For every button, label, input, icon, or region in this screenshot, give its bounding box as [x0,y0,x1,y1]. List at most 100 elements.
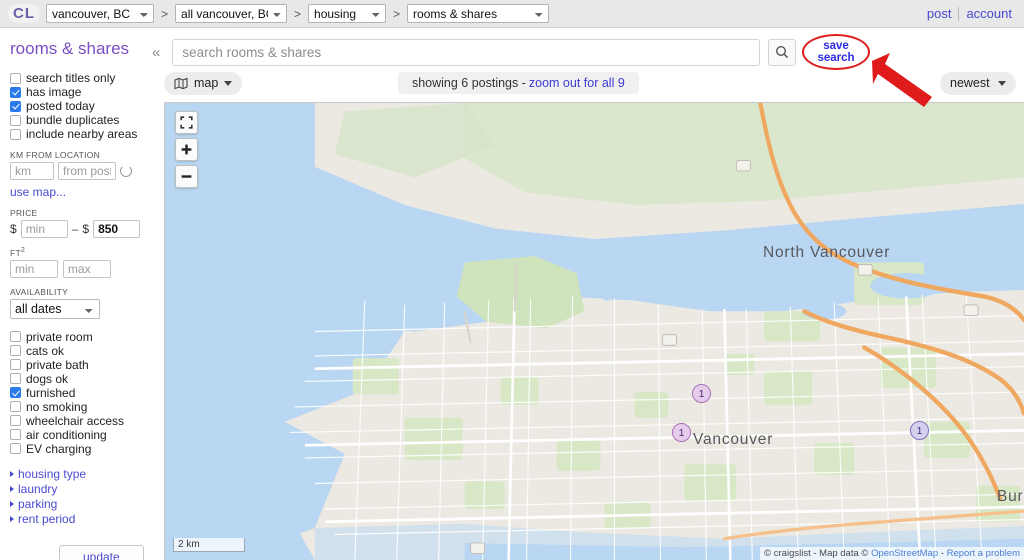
filter-include-nearby-areas[interactable]: include nearby areas [8,127,144,141]
checkbox[interactable] [10,415,21,427]
attributes-group: private room cats ok private bath dogs o… [8,330,144,456]
chevron-down-icon [224,80,233,86]
distance-inputs [8,162,144,180]
fullscreen-button[interactable] [175,111,198,134]
filter-no-smoking[interactable]: no smoking [8,400,144,414]
craigslist-logo[interactable]: CL [8,4,40,23]
checkbox[interactable] [10,387,21,399]
filter-posted-today[interactable]: posted today [8,99,144,113]
category-select[interactable]: housing [308,4,387,23]
filter-label: private room [26,329,93,344]
checkbox[interactable] [10,100,21,112]
availability-select[interactable]: all dates [10,298,100,319]
filter-label: air conditioning [26,427,107,442]
openstreetmap-link[interactable]: OpenStreetMap [871,548,938,559]
expander-label: housing type [18,467,87,482]
checkbox[interactable] [10,72,21,84]
use-map-link[interactable]: use map... [10,185,66,199]
map-marker[interactable]: 1 [910,421,929,440]
sort-dropdown[interactable]: newest [940,71,1016,95]
checkbox[interactable] [10,86,21,98]
filter-private-bath[interactable]: private bath [8,358,144,372]
subcategory-select[interactable]: rooms & shares [407,4,550,23]
expander-laundry[interactable]: laundry [8,482,144,497]
breadcrumb-separator: > [393,6,401,21]
currency-symbol: $ [82,222,90,236]
fullscreen-icon [180,116,193,129]
page-title: rooms & shares [10,39,130,58]
filter-private-room[interactable]: private room [8,330,144,344]
sqft-superscript: 2 [20,247,26,254]
km-input[interactable] [10,162,54,180]
expander-label: laundry [18,482,58,497]
expander-label: rent period [18,512,76,527]
postal-code-input[interactable] [58,162,116,180]
sqft-min-input[interactable] [10,259,58,278]
results-count: showing 6 postings - zoom out for all 9 [397,72,639,94]
map-canvas[interactable]: North Vancouver Vancouver Burnaby New We… [164,102,1024,560]
filter-cats-ok[interactable]: cats ok [8,344,144,358]
filter-bundle-duplicates[interactable]: bundle duplicates [8,113,144,127]
search-icon [775,45,789,59]
checkbox[interactable] [10,401,21,413]
expander-parking[interactable]: parking [8,497,144,512]
filter-label: posted today [26,99,95,113]
zoom-out-button[interactable] [175,165,198,188]
filter-wheelchair-access[interactable]: wheelchair access [8,414,144,428]
filter-label: has image [26,85,82,99]
map-marker[interactable]: 1 [672,423,691,442]
checkbox[interactable] [10,359,21,371]
chevron-down-icon [998,80,1006,86]
price-min-input[interactable] [20,220,68,238]
map-icon [174,77,188,89]
save-search-link[interactable]: save search [817,40,854,65]
filter-label: EV charging [26,441,92,456]
filter-label: cats ok [26,343,65,358]
zoom-in-button[interactable] [175,138,198,161]
checkbox[interactable] [10,373,21,385]
account-link[interactable]: account [966,6,1012,21]
price-section-label: PRICE [10,208,38,218]
filter-label: wheelchair access [26,413,125,428]
map-scale-bar: 2 km [173,538,245,552]
expandable-filters: housing type laundry parking rent period [8,467,144,527]
range-dash: – [71,222,79,236]
sqft-max-input[interactable] [63,259,111,278]
update-search-button[interactable]: update search [58,544,144,560]
top-navigation-bar: CL vancouver, BC > all vancouver, BC > h… [0,0,1024,28]
checkbox[interactable] [10,443,21,455]
currency-symbol: $ [10,222,17,236]
checkbox[interactable] [10,331,21,343]
view-mode-label: map [194,76,219,90]
checkbox[interactable] [10,345,21,357]
save-search-line1: save [823,39,849,52]
filter-furnished[interactable]: furnished [8,386,144,400]
search-button[interactable] [768,38,796,66]
post-link[interactable]: post [927,6,952,21]
map-marker[interactable]: 1 [692,384,711,403]
collapse-sidebar-icon[interactable]: « [150,44,164,61]
price-max-input[interactable] [93,220,141,238]
view-mode-dropdown[interactable]: map [164,71,243,95]
area-select[interactable]: all vancouver, BC [175,4,288,23]
filter-label: search titles only [26,71,116,85]
main-content: « savesearch [150,28,1024,560]
checkbox[interactable] [10,114,21,126]
checkbox[interactable] [10,429,21,441]
filter-has-image[interactable]: has image [8,85,144,99]
city-select[interactable]: vancouver, BC [46,4,154,23]
checkbox[interactable] [10,128,21,140]
filter-dogs-ok[interactable]: dogs ok [8,372,144,386]
availability-section-label: AVAILABILITY [10,286,69,297]
filter-ev-charging[interactable]: EV charging [8,442,144,456]
sqft-label-text: FT [10,247,21,258]
expander-housing-type[interactable]: housing type [8,467,144,482]
report-problem-link[interactable]: Report a problem [947,548,1020,559]
zoom-out-all-link[interactable]: zoom out for all 9 [529,76,625,90]
filter-search-titles-only[interactable]: search titles only [8,71,144,85]
locate-icon[interactable] [120,165,132,177]
filter-air-conditioning[interactable]: air conditioning [8,428,144,442]
divider [958,6,960,21]
expander-rent-period[interactable]: rent period [8,512,144,527]
search-input[interactable] [172,38,760,66]
